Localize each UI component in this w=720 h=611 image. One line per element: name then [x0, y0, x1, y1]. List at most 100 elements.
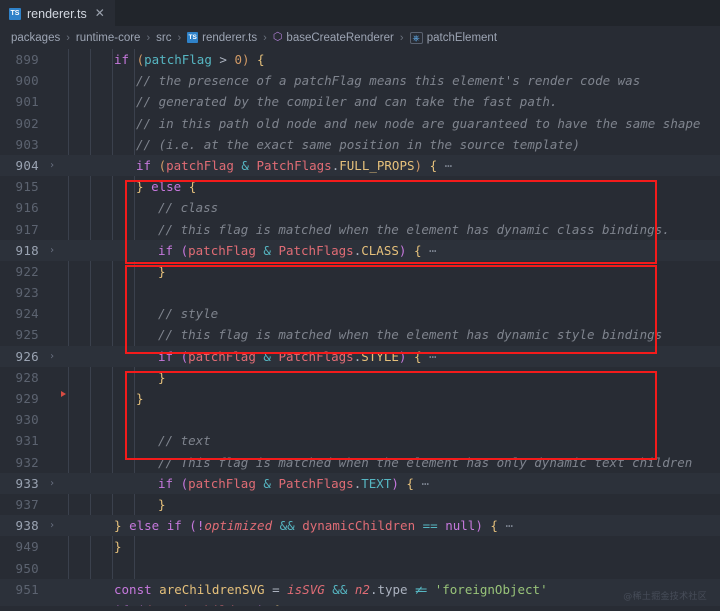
line-number: 923 [15, 285, 39, 301]
code-line[interactable]: 930 [0, 409, 720, 430]
code-line[interactable]: 915 } else { [0, 176, 720, 197]
fold-arrow-icon[interactable] [44, 49, 60, 70]
line-number: 924 [15, 306, 39, 322]
line-number: 900 [15, 73, 39, 89]
fold-arrow-icon [44, 558, 60, 579]
code-text: // this flag is matched when the element… [158, 327, 663, 343]
fold-arrow-icon[interactable]: › [44, 155, 60, 176]
code-line[interactable]: 922 } [0, 261, 720, 282]
code-line[interactable]: 932 // This flag is matched when the ele… [0, 452, 720, 473]
code-line[interactable]: 926 › if (patchFlag & PatchFlags.STYLE) … [0, 345, 720, 367]
typescript-file-icon: TS [9, 7, 21, 20]
breadcrumb-label: baseCreateRenderer [286, 31, 394, 44]
gutter-marker [60, 113, 68, 134]
code-text: // in this path old node and new node ar… [136, 115, 701, 131]
breadcrumb-item-renderer-ts[interactable]: TS renderer.ts [186, 32, 258, 44]
gutter-marker [60, 219, 68, 240]
fold-arrow-icon [44, 430, 60, 451]
fold-arrow-icon [44, 219, 60, 240]
breakpoint-marker[interactable] [60, 388, 68, 409]
code-text: // the presence of a patchFlag means thi… [136, 73, 641, 89]
code-line[interactable]: 928 } [0, 367, 720, 388]
editor-tab-bar: TS renderer.ts ✕ [0, 0, 720, 26]
code-text: // this flag is matched when the element… [158, 221, 670, 237]
code-line[interactable]: 929 } [0, 388, 720, 409]
close-icon[interactable]: ✕ [93, 5, 107, 22]
code-line[interactable]: 951 const areChildrenSVG = isSVG && n2.t… [0, 578, 720, 600]
code-line[interactable]: 933 › if (patchFlag & PatchFlags.TEXT) {… [0, 472, 720, 494]
breadcrumb-item-patchElement[interactable]: ⎈ patchElement [409, 31, 499, 44]
code-text: if (patchFlag & PatchFlags.CLASS) { ⋯ [158, 242, 437, 258]
fold-arrow-icon [44, 409, 60, 430]
code-line[interactable]: 931 // text [0, 430, 720, 451]
watermark: @稀土掘金技术社区 [623, 592, 707, 602]
gutter-marker [60, 558, 68, 579]
fold-arrow-icon [44, 324, 60, 345]
line-number: 916 [15, 200, 39, 216]
fold-arrow-icon[interactable]: › [44, 346, 60, 367]
gutter-marker [60, 515, 68, 536]
code-text: } else { [136, 179, 197, 195]
breadcrumb-item-runtime-core[interactable]: runtime-core [75, 32, 142, 44]
code-text: // text [158, 433, 211, 449]
chevron-right-icon: › [263, 31, 267, 44]
code-line[interactable]: 900 // the presence of a patchFlag means… [0, 70, 720, 91]
fold-arrow-icon [44, 282, 60, 303]
editor-tab-renderer-ts[interactable]: TS renderer.ts ✕ [0, 0, 115, 26]
vscode-editor-window: TS renderer.ts ✕ packages › runtime-core… [0, 0, 720, 611]
code-editor[interactable]: 899 if (patchFlag > 0) { 900 // the pres… [0, 49, 720, 611]
breadcrumb-item-packages[interactable]: packages [10, 32, 61, 44]
fold-arrow-icon [44, 134, 60, 155]
breadcrumb-item-baseCreateRenderer[interactable]: ⬡ baseCreateRenderer [272, 32, 395, 44]
fold-arrow-icon [44, 494, 60, 515]
gutter-marker [60, 70, 68, 91]
line-number: 899 [15, 52, 39, 67]
code-line[interactable]: 917 // this flag is matched when the ele… [0, 219, 720, 240]
code-line[interactable]: 937 } [0, 494, 720, 515]
fold-arrow-icon[interactable]: › [44, 515, 60, 536]
editor-bottom-edge [0, 606, 720, 611]
gutter-marker [60, 155, 68, 176]
line-number: 938 [15, 518, 39, 534]
gutter-marker [60, 324, 68, 345]
fold-arrow-icon[interactable]: › [44, 240, 60, 261]
code-text: } [158, 496, 166, 512]
code-text: // This flag is matched when the element… [158, 454, 693, 470]
code-line[interactable]: 916 // class [0, 197, 720, 218]
fold-arrow-icon [44, 176, 60, 197]
code-text: if (patchFlag & PatchFlags.FULL_PROPS) {… [136, 157, 453, 173]
breadcrumb-label: patchElement [426, 31, 498, 44]
fold-arrow-icon [44, 388, 60, 409]
fold-arrow-icon [44, 113, 60, 134]
gutter-marker [60, 452, 68, 473]
gutter-marker [60, 430, 68, 451]
line-number: 932 [15, 454, 39, 470]
code-text: // class [158, 200, 219, 216]
fold-arrow-icon [44, 303, 60, 324]
code-line[interactable]: 918 › if (patchFlag & PatchFlags.CLASS) … [0, 239, 720, 261]
line-number: 933 [15, 475, 39, 491]
code-line[interactable]: 899 if (patchFlag > 0) { [0, 49, 720, 70]
line-number: 951 [15, 581, 39, 597]
code-text: if (patchFlag > 0) { [114, 52, 265, 67]
code-line[interactable]: 902 // in this path old node and new nod… [0, 113, 720, 134]
code-line[interactable]: 949 } [0, 536, 720, 557]
code-line[interactable]: 924 // style [0, 303, 720, 324]
code-line[interactable]: 950 [0, 558, 720, 579]
gutter-marker [60, 91, 68, 112]
code-line[interactable]: 903 // (i.e. at the exact same position … [0, 134, 720, 155]
code-line[interactable]: 904 › if (patchFlag & PatchFlags.FULL_PR… [0, 154, 720, 177]
gutter-marker [60, 536, 68, 557]
line-number: 902 [15, 115, 39, 131]
breadcrumb-item-src[interactable]: src [155, 32, 172, 44]
breadcrumb-label: runtime-core [75, 31, 141, 44]
code-line[interactable]: 923 [0, 282, 720, 303]
fold-arrow-icon[interactable]: › [44, 473, 60, 494]
gutter-marker [60, 367, 68, 388]
code-text: } [114, 539, 122, 555]
code-line[interactable]: 925 // this flag is matched when the ele… [0, 324, 720, 345]
code-line[interactable]: 938 › } else if (!optimized && dynamicCh… [0, 515, 720, 537]
line-number: 901 [15, 94, 39, 110]
code-line[interactable]: 901 // generated by the compiler and can… [0, 91, 720, 112]
